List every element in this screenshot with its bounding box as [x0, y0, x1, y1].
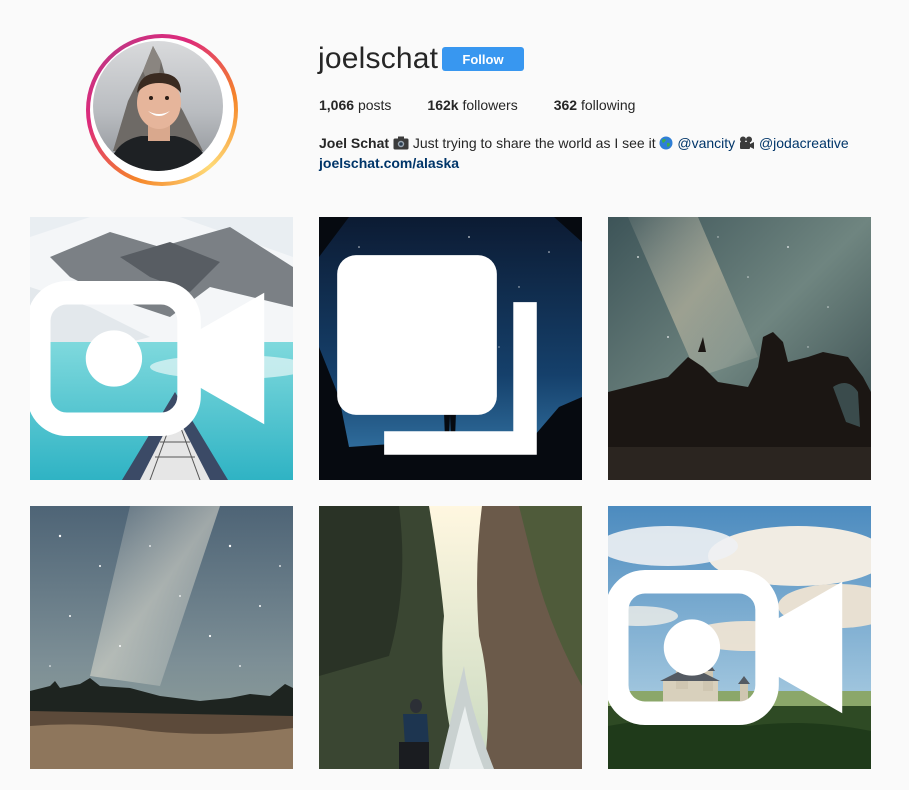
video-badge-icon [30, 281, 265, 436]
bio-text: Just trying to share the world as I see … [412, 135, 656, 151]
avatar-photo [108, 46, 211, 171]
followers-count: 162k [427, 97, 459, 113]
post-thumbnail[interactable] [319, 217, 582, 480]
following-count: 362 [553, 97, 578, 113]
bio-mention-jodacreative[interactable]: @jodacreative [759, 135, 849, 151]
bio-mention-vancity[interactable]: @vancity [677, 135, 735, 151]
post-image-milky-way-arch [608, 217, 871, 480]
post-thumbnail[interactable] [30, 506, 293, 769]
profile-stats: 1,066 posts 162k followers 362 following [319, 97, 671, 113]
video-badge-icon [608, 570, 843, 725]
post-thumbnail[interactable] [319, 506, 582, 769]
follow-button[interactable]: Follow [442, 47, 524, 71]
post-thumbnail[interactable] [608, 506, 871, 769]
posts-label: posts [357, 97, 392, 113]
avatar[interactable] [93, 41, 223, 171]
profile-bio: Joel Schat Just trying to share the worl… [319, 133, 849, 173]
following-label: following [580, 97, 636, 113]
bio-website-link[interactable]: joelschat.com/alaska [319, 153, 849, 173]
post-thumbnail[interactable] [608, 217, 871, 480]
post-image-starry-cliffs [30, 506, 293, 769]
posts-count: 1,066 [319, 97, 355, 113]
profile-avatar-ring[interactable] [86, 34, 238, 186]
movie-camera-emoji-icon [740, 136, 755, 149]
post-thumbnail[interactable] [30, 217, 293, 480]
following-stat[interactable]: 362 following [554, 97, 636, 113]
profile-username: joelschat [318, 42, 439, 75]
posts-stat: 1,066 posts [319, 97, 391, 113]
camera-emoji-icon [393, 136, 409, 150]
globe-emoji-icon [659, 136, 673, 150]
followers-label: followers [462, 97, 518, 113]
followers-stat[interactable]: 162k followers [427, 97, 517, 113]
bio-full-name: Joel Schat [319, 135, 390, 151]
carousel-badge-icon [337, 255, 537, 455]
post-image-gorge-hiker [319, 506, 582, 769]
